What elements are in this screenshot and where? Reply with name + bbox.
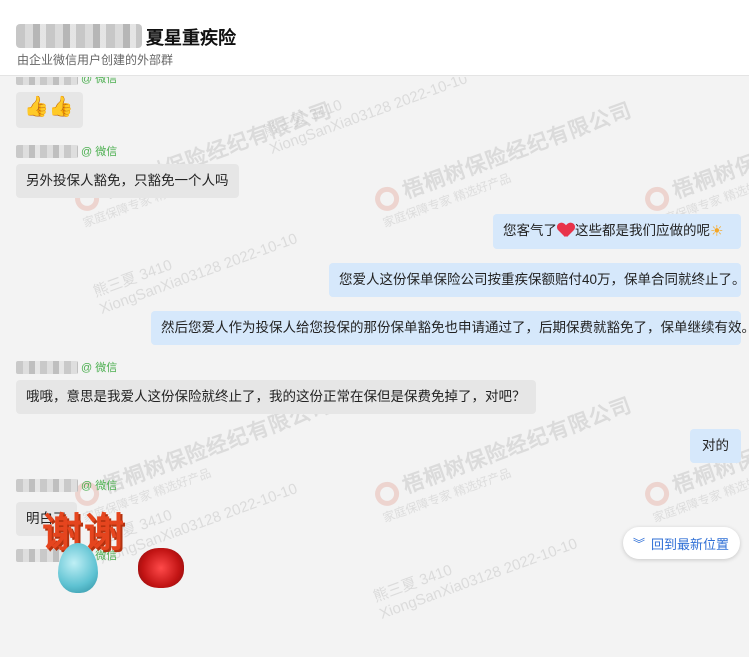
chat-header: 夏星重疾险 由企业微信用户创建的外部群 — [0, 0, 749, 76]
heart-icon — [558, 223, 574, 237]
blurred-group-name — [16, 24, 142, 48]
blurred-sender-name — [16, 478, 78, 492]
watermark: 梧桐树保险经纪有限公司 家庭保障专家 精选好产品 — [370, 94, 642, 231]
message-bubble[interactable]: 👍👍 — [16, 92, 83, 128]
message-bubble[interactable]: 然后您爱人作为投保人给您投保的那份保单豁免也申请通过了，后期保费就豁免了，保单继… — [151, 311, 749, 345]
chat-title[interactable]: 夏星重疾险 — [146, 24, 236, 50]
watermark-logo-icon — [641, 183, 673, 215]
sender-line: @ 微信 — [16, 77, 117, 85]
message-bubble[interactable]: 您客气了 这些都是我们应做的呢☀ — [493, 214, 741, 249]
back-to-latest-button[interactable]: ︾ 回到最新位置 — [623, 527, 740, 559]
message-bubble[interactable]: 对的 — [690, 429, 741, 463]
message-bubble[interactable]: 您爱人这份保单保险公司按重疾保额赔付40万，保单合同就终止了。 — [329, 263, 746, 297]
sun-icon: ☀ — [710, 223, 724, 240]
watermark-logo-icon — [641, 478, 673, 510]
back-to-latest-label: 回到最新位置 — [651, 536, 730, 552]
chat-subtitle: 由企业微信用户创建的外部群 — [17, 53, 174, 67]
blurred-sender-name — [16, 77, 78, 85]
rose-sticker-icon — [138, 548, 184, 588]
watermark-logo-icon — [371, 183, 403, 215]
message-bubble[interactable]: 另外投保人豁免，只豁免一个人吗 — [16, 164, 239, 198]
double-chevron-down-icon: ︾ — [633, 536, 646, 551]
watermark: 梧桐树保险经纪有限公司 家庭保障专家 精选好产品 — [640, 94, 749, 231]
message-bubble[interactable]: 哦哦，意思是我爱人这份保险就终止了，我的这份正常在保但是保费免掉了，对吧？ — [16, 380, 536, 414]
blurred-sender-name — [16, 144, 78, 158]
sender-line: @ 微信 — [16, 360, 117, 374]
watermark-logo-icon — [371, 478, 403, 510]
message-list[interactable]: 梧桐树保险经纪有限公司 家庭保障专家 精选好产品 梧桐树保险经纪有限公司 家庭保… — [0, 77, 749, 657]
sender-line: @ 微信 — [16, 144, 117, 158]
watermark-user: 熊三夏 3410 XiongSanXia03128 2022-10-10 — [261, 77, 470, 158]
watermark-user: 熊三夏 3410 XiongSanXia03128 2022-10-10 — [91, 230, 300, 318]
watermark-user: 熊三夏 3410 XiongSanXia03128 2022-10-10 — [371, 535, 580, 623]
thumbs-up-icon: 👍👍 — [24, 96, 74, 118]
blurred-sender-name — [16, 360, 78, 374]
watermark: 梧桐树保险经纪有限公司 家庭保障专家 精选好产品 — [70, 94, 342, 231]
sender-line: @ 微信 — [16, 478, 117, 492]
